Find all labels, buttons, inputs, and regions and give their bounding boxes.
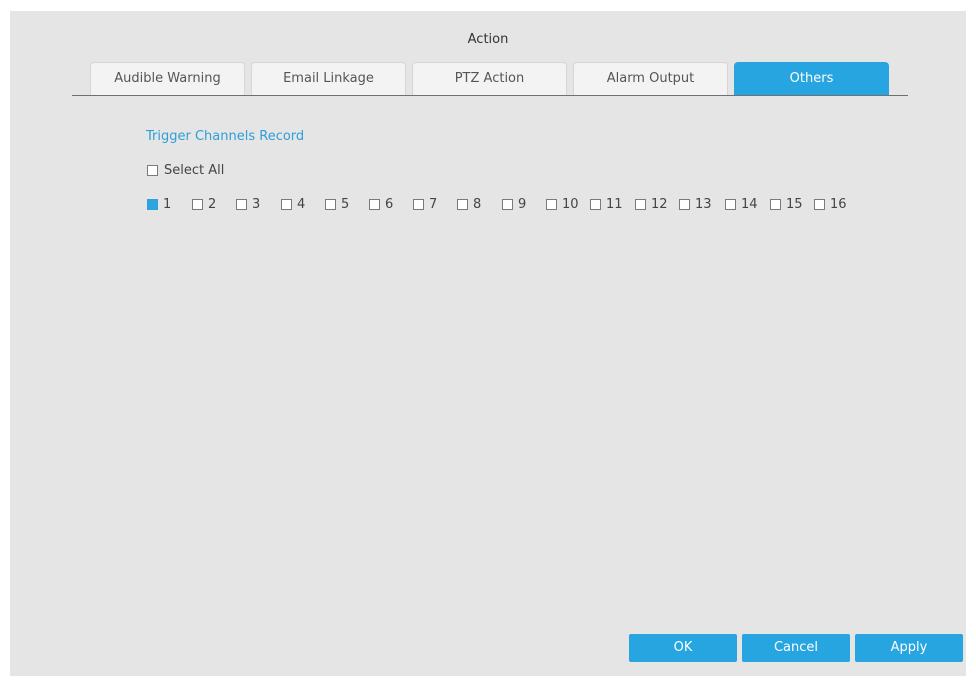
channel-3-label: 3 <box>252 196 261 212</box>
channel-7-label: 7 <box>429 196 438 212</box>
channel-10-box[interactable] <box>546 198 557 210</box>
tab-alarm-output[interactable]: Alarm Output <box>573 62 728 95</box>
channel-12-box[interactable] <box>635 198 646 210</box>
channel-9-label: 9 <box>518 196 527 212</box>
channel-15-box[interactable] <box>770 198 781 210</box>
channel-4-box[interactable] <box>281 198 292 210</box>
cancel-button[interactable]: Cancel <box>742 634 850 662</box>
channel-16-checkbox[interactable]: 16 <box>814 196 847 212</box>
channel-16-label: 16 <box>830 196 847 212</box>
channel-1-box[interactable] <box>147 198 158 210</box>
tab-others[interactable]: Others <box>734 62 889 95</box>
ok-button[interactable]: OK <box>629 634 737 662</box>
channel-11-checkbox[interactable]: 11 <box>590 196 623 212</box>
channel-6-label: 6 <box>385 196 394 212</box>
channel-16-box[interactable] <box>814 198 825 210</box>
channel-14-box[interactable] <box>725 198 736 210</box>
channel-8-label: 8 <box>473 196 482 212</box>
channel-8-checkbox[interactable]: 8 <box>457 196 481 212</box>
channel-10-checkbox[interactable]: 10 <box>546 196 579 212</box>
channel-5-box[interactable] <box>325 198 336 210</box>
channel-2-box[interactable] <box>192 198 203 210</box>
channel-3-checkbox[interactable]: 3 <box>236 196 260 212</box>
channel-1-label: 1 <box>163 196 172 212</box>
channel-5-checkbox[interactable]: 5 <box>325 196 349 212</box>
channel-14-label: 14 <box>741 196 758 212</box>
tab-email-linkage[interactable]: Email Linkage <box>251 62 406 95</box>
channel-11-label: 11 <box>606 196 623 212</box>
select-all-box[interactable] <box>147 165 158 176</box>
channel-checkbox-list: 1 2 3 4 5 6 7 8 9 10 11 12 13 14 15 16 <box>147 196 867 212</box>
select-all-checkbox[interactable]: Select All <box>147 163 224 178</box>
channel-9-checkbox[interactable]: 9 <box>502 196 526 212</box>
select-all-label: Select All <box>164 163 225 178</box>
channel-7-box[interactable] <box>413 198 424 210</box>
channel-10-label: 10 <box>562 196 579 212</box>
channel-5-label: 5 <box>341 196 350 212</box>
apply-button[interactable]: Apply <box>855 634 963 662</box>
channel-1-checkbox[interactable]: 1 <box>147 196 171 212</box>
channel-14-checkbox[interactable]: 14 <box>725 196 758 212</box>
channel-6-checkbox[interactable]: 6 <box>369 196 393 212</box>
tab-audible-warning[interactable]: Audible Warning <box>90 62 245 95</box>
channel-12-checkbox[interactable]: 12 <box>635 196 668 212</box>
channel-9-box[interactable] <box>502 198 513 210</box>
tab-ptz-action[interactable]: PTZ Action <box>412 62 567 95</box>
action-dialog: Action Audible Warning Email Linkage PTZ… <box>10 11 966 676</box>
channel-11-box[interactable] <box>590 198 601 210</box>
channel-2-checkbox[interactable]: 2 <box>192 196 216 212</box>
channel-6-box[interactable] <box>369 198 380 210</box>
channel-3-box[interactable] <box>236 198 247 210</box>
dialog-title: Action <box>467 32 509 47</box>
channel-13-label: 13 <box>695 196 712 212</box>
channel-13-box[interactable] <box>679 198 690 210</box>
trigger-channels-record-title: Trigger Channels Record <box>146 129 305 144</box>
tab-divider <box>72 95 908 96</box>
channel-4-label: 4 <box>297 196 306 212</box>
channel-8-box[interactable] <box>457 198 468 210</box>
channel-2-label: 2 <box>208 196 217 212</box>
channel-13-checkbox[interactable]: 13 <box>679 196 712 212</box>
channel-7-checkbox[interactable]: 7 <box>413 196 437 212</box>
channel-4-checkbox[interactable]: 4 <box>281 196 305 212</box>
channel-12-label: 12 <box>651 196 668 212</box>
channel-15-checkbox[interactable]: 15 <box>770 196 803 212</box>
channel-15-label: 15 <box>786 196 803 212</box>
